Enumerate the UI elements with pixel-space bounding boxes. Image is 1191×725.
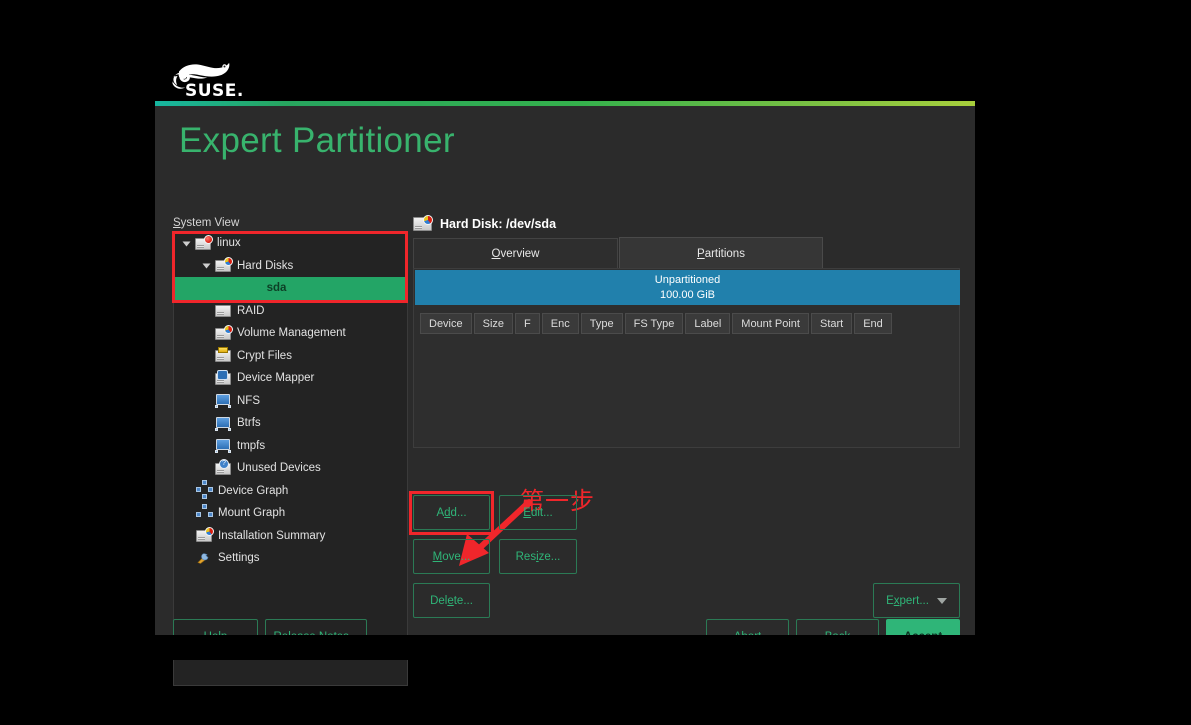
tree-item-installation-summary[interactable]: Installation Summary [174, 525, 407, 548]
brand-header: SUSE. [155, 31, 975, 101]
partitions-table-header: Device Size F Enc Type FS Type Label Mou… [420, 313, 892, 334]
column-header-start[interactable]: Start [810, 313, 853, 334]
page-title: Expert Partitioner [179, 121, 455, 160]
tree-item-device-mapper[interactable]: Device Mapper [174, 367, 407, 390]
column-header-size[interactable]: Size [473, 313, 514, 334]
tree-item-label: Crypt Files [237, 349, 292, 362]
tree-item-unused-devices[interactable]: ? Unused Devices [174, 457, 407, 480]
tree-item-tmpfs[interactable]: tmpfs [174, 435, 407, 458]
tab-overview[interactable]: Overview [413, 238, 618, 269]
tree-item-label: Device Graph [218, 484, 289, 497]
tree-item-volume-management[interactable]: Volume Management [174, 322, 407, 345]
tree-item-label: Unused Devices [237, 462, 321, 475]
tree-item-label: sda [266, 282, 287, 295]
tree-item-crypt-files[interactable]: Crypt Files [174, 345, 407, 368]
tree-item-nfs[interactable]: NFS [174, 390, 407, 413]
tree-item-label: Settings [218, 552, 260, 565]
column-header-type[interactable]: Type [580, 313, 623, 334]
column-header-mount-point[interactable]: Mount Point [732, 313, 809, 334]
tree-item-raid[interactable]: RAID [174, 300, 407, 323]
capacity-size: 100.00 GiB [659, 288, 716, 301]
tree-item-label: tmpfs [237, 439, 266, 452]
capacity-label: Unpartitioned [654, 274, 721, 286]
screen-canvas: SUSE. Expert Partitioner System View lin… [0, 0, 1191, 725]
tree-item-device-graph[interactable]: Device Graph [174, 480, 407, 503]
chevron-down-icon [936, 597, 947, 604]
hard-disk-icon [413, 215, 433, 232]
hard-disk-icon [215, 257, 233, 273]
tree-item-hard-disks[interactable]: Hard Disks [174, 255, 407, 278]
column-header-label[interactable]: Label [685, 313, 731, 334]
installation-summary-icon [196, 527, 214, 543]
delete-button[interactable]: Delete... [413, 583, 490, 618]
tree-item-btrfs[interactable]: Btrfs [174, 412, 407, 435]
add-button[interactable]: Add... [413, 495, 490, 530]
device-graph-icon [196, 480, 213, 500]
unused-devices-icon: ? [215, 458, 232, 476]
tab-partitions[interactable]: Partitions [619, 237, 823, 269]
tree-item-label: Installation Summary [218, 529, 326, 542]
dialog-body: Expert Partitioner System View linux Har… [155, 106, 975, 686]
expert-menu-button[interactable]: Expert... [873, 583, 960, 618]
tab-bar: Overview Partitions [413, 237, 960, 269]
tree-item-mount-graph[interactable]: Mount Graph [174, 502, 407, 525]
volume-management-icon [215, 324, 233, 341]
settings-wrench-icon [196, 551, 213, 566]
tree-item-label: Device Mapper [237, 372, 315, 385]
partitions-panel: Unpartitioned 100.00 GiB Device Size F E… [413, 268, 960, 448]
column-header-f[interactable]: F [515, 313, 540, 334]
btrfs-folder-icon [215, 416, 232, 431]
expert-partitioner-window: SUSE. Expert Partitioner System View lin… [155, 31, 975, 686]
tree-item-linux[interactable]: linux [174, 232, 407, 255]
tree-item-settings[interactable]: Settings [174, 547, 407, 570]
tree-item-label: Hard Disks [237, 259, 294, 272]
tree-item-label: Mount Graph [218, 507, 286, 520]
tmpfs-folder-icon [215, 438, 232, 454]
system-view-label: System View [173, 217, 240, 229]
system-view-tree[interactable]: linux Hard Disks sda RAID Volume Managem… [173, 231, 408, 686]
resize-button[interactable]: Resize... [499, 539, 577, 574]
svg-text:SUSE.: SUSE. [185, 81, 244, 99]
tree-item-label: Volume Management [237, 327, 346, 340]
chevron-down-icon[interactable] [202, 261, 211, 270]
raid-icon [215, 303, 232, 318]
hard-disk-icon [195, 234, 213, 251]
move-button[interactable]: Move... [413, 539, 490, 574]
edit-button[interactable]: Edit... [499, 495, 577, 530]
tree-item-label: linux [217, 237, 241, 250]
device-mapper-icon [215, 369, 232, 386]
column-header-end[interactable]: End [854, 313, 892, 334]
disk-heading: Hard Disk: /dev/sda [413, 215, 557, 232]
window-bottom-bar [155, 635, 975, 660]
mount-graph-icon [196, 503, 213, 521]
tree-item-sda[interactable]: sda [174, 277, 407, 300]
crypt-files-icon [215, 347, 232, 363]
column-header-enc[interactable]: Enc [541, 313, 579, 334]
suse-logo: SUSE. [169, 57, 259, 101]
nfs-folder-icon [215, 393, 232, 409]
capacity-bar-unpartitioned[interactable]: Unpartitioned 100.00 GiB [415, 270, 960, 305]
chevron-down-icon[interactable] [182, 239, 191, 248]
tree-item-label: NFS [237, 394, 260, 407]
disk-heading-text: Hard Disk: /dev/sda [440, 217, 557, 231]
column-header-device[interactable]: Device [420, 313, 472, 334]
tree-item-label: Btrfs [237, 417, 261, 430]
tree-item-label: RAID [237, 304, 265, 317]
column-header-fs-type[interactable]: FS Type [624, 313, 684, 334]
